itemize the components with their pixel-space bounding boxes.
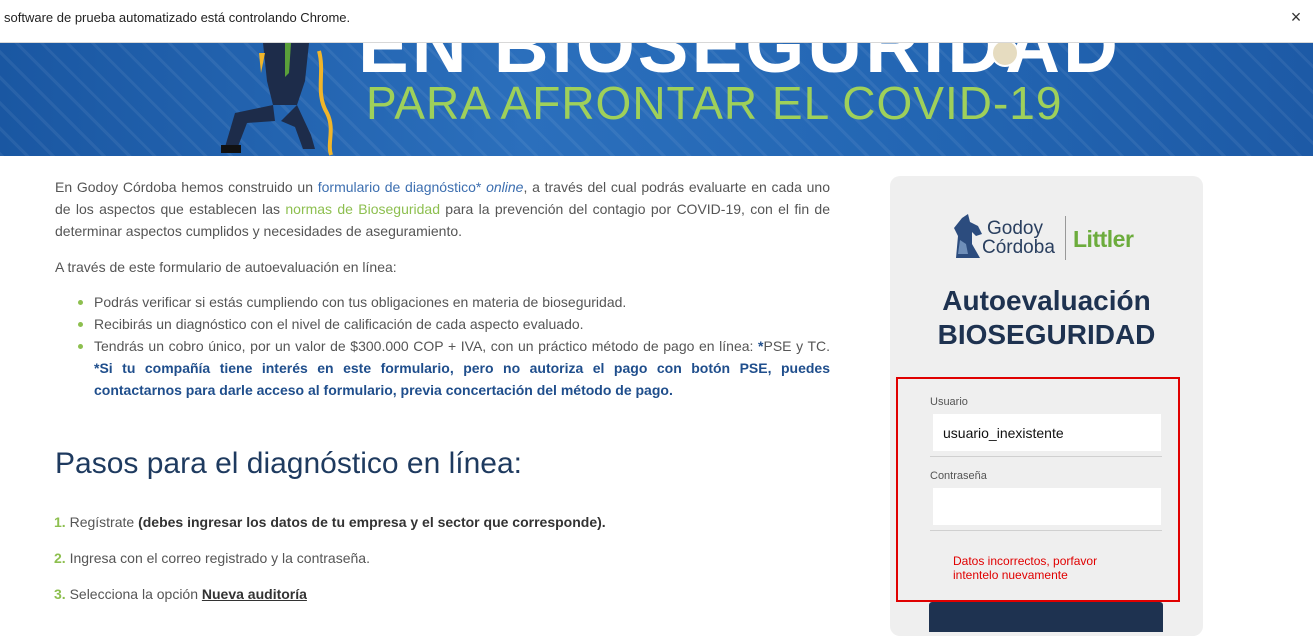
password-label: Contraseña <box>930 470 987 482</box>
horse-logo-icon <box>954 214 982 258</box>
bullet-dot-icon <box>78 344 83 349</box>
step-new-audit: 3. Selecciona la opción Nueva auditoría <box>54 586 307 602</box>
brand-logo: Godoy Córdoba Littler <box>950 212 1145 264</box>
logo-godoy-text: Godoy <box>987 218 1043 239</box>
logo-divider <box>1065 216 1066 260</box>
password-input[interactable] <box>933 488 1161 525</box>
automation-infobar: software de prueba automatizado está con… <box>0 0 1313 43</box>
intro-paragraph-2: A través de este formulario de autoevalu… <box>55 259 397 275</box>
biosafety-norms-link[interactable]: normas de Bioseguridad <box>285 201 440 217</box>
intro-paragraph: En Godoy Córdoba hemos construido un for… <box>55 179 830 239</box>
logo-littler-text: Littler <box>1073 226 1134 252</box>
password-underline <box>930 530 1162 531</box>
bullet-dot-icon <box>78 322 83 327</box>
emblem-icon <box>991 43 1019 67</box>
bullet-dot-icon <box>78 300 83 305</box>
infobar-text: software de prueba automatizado está con… <box>4 10 351 25</box>
hero-banner: EN BIOSEGURIDAD PARA AFRONTAR EL COVID-1… <box>0 43 1313 156</box>
new-audit-link[interactable]: Nueva auditoría <box>202 586 307 602</box>
businessman-illustration <box>221 43 333 156</box>
login-button[interactable] <box>929 602 1163 632</box>
logo-cordoba-text: Córdoba <box>982 237 1055 258</box>
close-icon[interactable]: × <box>1287 8 1305 26</box>
banner-title-sub: PARA AFRONTAR EL COVID-19 <box>366 77 1063 129</box>
username-label: Usuario <box>930 396 968 408</box>
diagnostic-form-link[interactable]: formulario de diagnóstico* online <box>318 179 524 195</box>
step-register: 1. Regístrate (debes ingresar los datos … <box>54 514 606 530</box>
username-underline <box>930 456 1162 457</box>
username-input[interactable] <box>933 414 1161 451</box>
steps-heading: Pasos para el diagnóstico en línea: <box>55 447 522 480</box>
benefits-list: Podrás verificar si estás cumpliendo con… <box>78 291 830 401</box>
list-item: Recibirás un diagnóstico con el nivel de… <box>78 313 830 335</box>
list-item: Tendrás un cobro único, por un valor de … <box>78 335 830 401</box>
step-login: 2. Ingresa con el correo registrado y la… <box>54 550 370 566</box>
list-item: Podrás verificar si estás cumpliendo con… <box>78 291 830 313</box>
login-error-message: Datos incorrectos, porfavor intentelo nu… <box>953 554 1098 582</box>
card-title: Autoevaluación BIOSEGURIDAD <box>937 285 1156 350</box>
